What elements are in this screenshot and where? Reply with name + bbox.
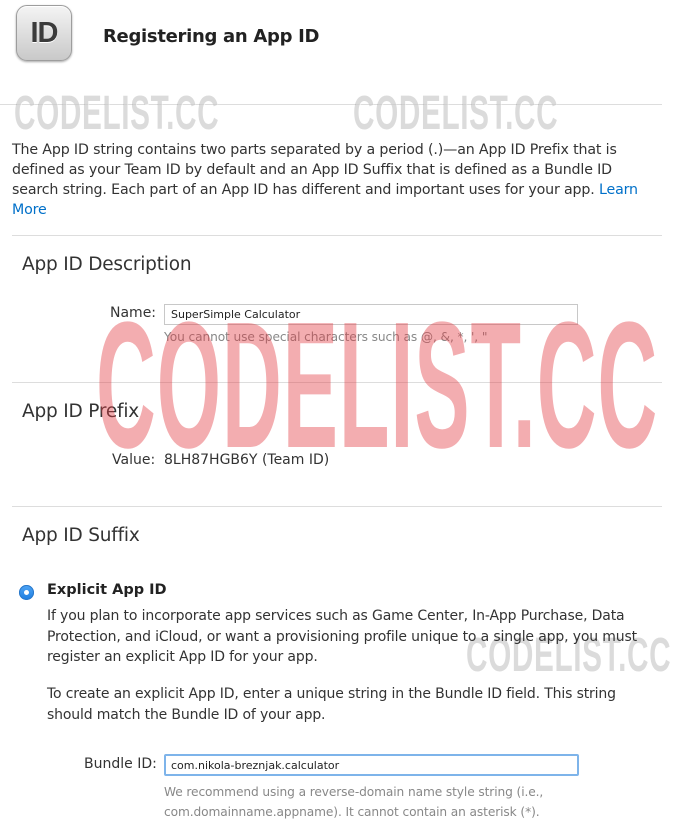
watermark-top-right: CODELIST.CC: [353, 87, 559, 140]
prefix-value: 8LH87HGB6Y (Team ID): [164, 452, 330, 468]
bundle-id-label: Bundle ID:: [84, 756, 157, 772]
bundle-id-hint: We recommend using a reverse-domain name…: [164, 785, 544, 819]
name-label: Name:: [110, 305, 157, 321]
radio-selected-dot: [24, 590, 29, 595]
intro-paragraph: The App ID string contains two parts sep…: [12, 140, 662, 220]
name-input[interactable]: [164, 304, 578, 325]
intro-text: The App ID string contains two parts sep…: [12, 142, 617, 198]
explicit-app-id-label[interactable]: Explicit App ID: [47, 582, 167, 598]
divider-prefix: [12, 382, 662, 383]
page-title: Registering an App ID: [103, 26, 320, 47]
prefix-value-label: Value:: [112, 452, 156, 468]
bundle-id-input[interactable]: [164, 754, 579, 776]
watermark-top-left: CODELIST.CC: [14, 87, 220, 140]
header-divider: [0, 104, 662, 105]
explicit-paragraph-2: To create an explicit App ID, enter a un…: [47, 686, 616, 723]
explicit-app-id-radio[interactable]: [19, 585, 34, 600]
divider-description: [12, 235, 662, 236]
section-title-prefix: App ID Prefix: [22, 401, 140, 422]
section-title-description: App ID Description: [22, 254, 192, 275]
page-header: ID Registering an App ID: [0, 0, 675, 76]
section-title-suffix: App ID Suffix: [22, 525, 140, 546]
divider-suffix: [12, 506, 662, 507]
explicit-paragraph-1: If you plan to incorporate app services …: [47, 608, 637, 665]
app-id-icon: ID: [16, 5, 72, 61]
name-hint: You cannot use special characters such a…: [164, 330, 488, 344]
